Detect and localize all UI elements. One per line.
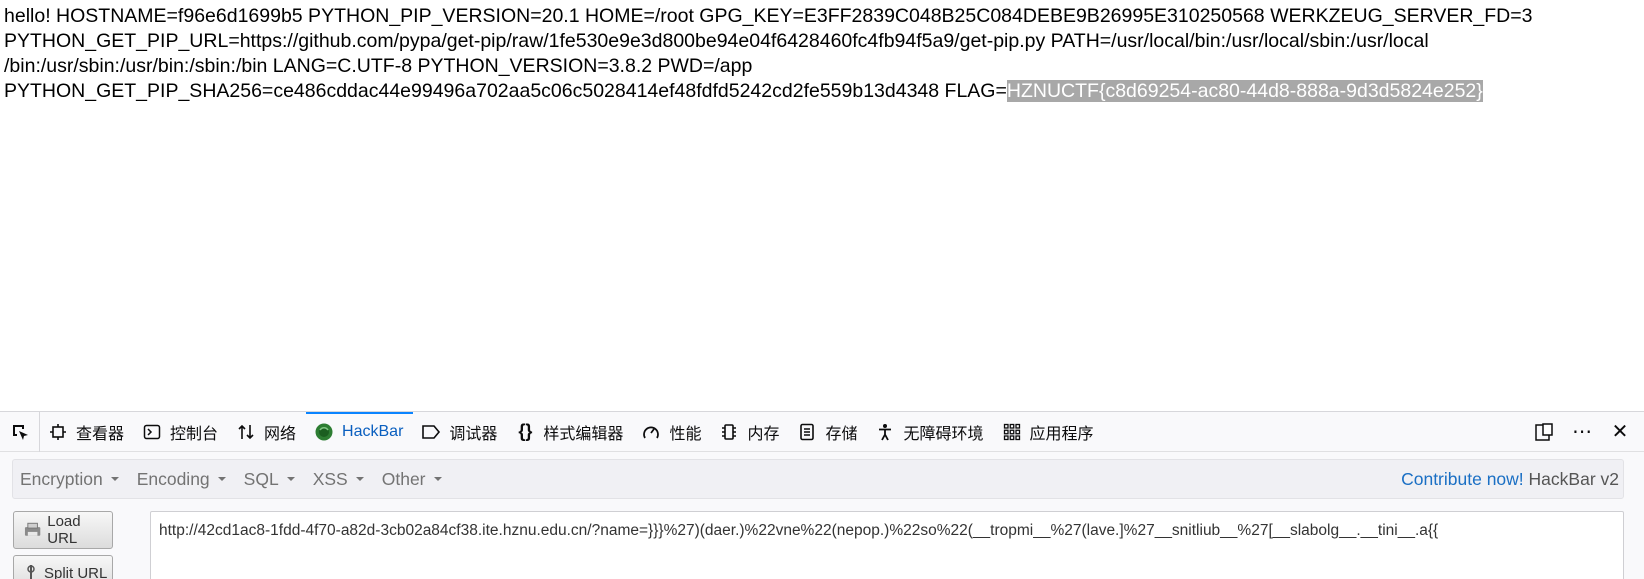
tab-label: 调试器 (449, 425, 498, 443)
tab-style-editor[interactable]: {} 样式编辑器 (507, 412, 633, 452)
contribute-link[interactable]: Contribute now! (1401, 469, 1524, 489)
menu-sql[interactable]: SQL (237, 469, 302, 490)
tab-accessibility[interactable]: 无障碍环境 (867, 412, 993, 452)
caret-down-icon (433, 477, 442, 481)
tab-hackbar[interactable]: HackBar (306, 411, 414, 452)
output-line: PYTHON_GET_PIP_SHA256=ce486cddac44e99496… (4, 79, 1604, 104)
output-line-prefix: PYTHON_GET_PIP_SHA256=ce486cddac44e99496… (4, 80, 1007, 102)
load-url-icon (24, 522, 41, 536)
menu-encryption[interactable]: Encryption (13, 469, 126, 490)
tab-network[interactable]: 网络 (228, 412, 306, 452)
devtools-window-controls: ⋯ ✕ (1532, 420, 1644, 444)
tab-performance[interactable]: 性能 (633, 412, 711, 452)
output-line: hello! HOSTNAME=f96e6d1699b5 PYTHON_PIP_… (4, 5, 1533, 27)
more-options-icon[interactable]: ⋯ (1570, 420, 1594, 444)
hackbar-logo-icon (314, 422, 334, 442)
tab-label: 性能 (669, 425, 702, 443)
load-url-label: Load URL (47, 513, 81, 547)
dock-toggle-icon[interactable] (1532, 420, 1556, 444)
menu-label: SQL (243, 468, 279, 489)
tab-inspector[interactable]: 查看器 (40, 412, 134, 452)
caret-down-icon (217, 477, 226, 481)
grid-apps-icon (1002, 422, 1022, 442)
debugger-icon (421, 422, 441, 442)
menu-encoding[interactable]: Encoding (130, 469, 233, 490)
storage-icon (797, 422, 817, 442)
flag-value-selected[interactable]: HZNUCTF{c8d69254-ac80-44d8-888a-9d3d5824… (1006, 80, 1483, 102)
menu-label: XSS (312, 468, 348, 489)
tab-application[interactable]: 应用程序 (994, 412, 1104, 452)
menu-other[interactable]: Other (375, 469, 449, 490)
tab-label: 应用程序 (1029, 425, 1094, 443)
split-url-label: Split URL (44, 564, 108, 579)
tab-label: 控制台 (170, 425, 219, 443)
caret-down-icon (286, 477, 295, 481)
menu-label: Encryption (20, 468, 103, 489)
braces-icon: {} (518, 421, 533, 441)
menu-label: Encoding (136, 468, 210, 489)
accessibility-person-icon (875, 422, 895, 442)
caret-down-icon (355, 477, 364, 481)
tab-console[interactable]: 控制台 (134, 412, 228, 452)
devtools-panel: 查看器 控制台 网络 HackBar 调试器 {} 样式编辑器 性能 内存 存储… (0, 411, 1644, 579)
close-icon[interactable]: ✕ (1608, 420, 1632, 444)
tab-label: 网络 (264, 425, 297, 443)
page-output: hello! HOSTNAME=f96e6d1699b5 PYTHON_PIP_… (4, 4, 1604, 104)
tab-debugger[interactable]: 调试器 (413, 412, 507, 452)
url-textarea[interactable]: http://42cd1ac8-1fdd-4f70-a82d-3cb02a84c… (150, 511, 1624, 579)
memory-chip-icon (719, 422, 739, 442)
tab-label: 内存 (747, 425, 780, 443)
tab-label: 查看器 (76, 425, 125, 443)
element-picker-button[interactable] (0, 411, 40, 452)
load-url-button[interactable]: Load URL (13, 511, 113, 549)
caret-down-icon (110, 477, 119, 481)
devtools-tabbar: 查看器 控制台 网络 HackBar 调试器 {} 样式编辑器 性能 内存 存储… (0, 411, 1644, 452)
tab-label: 存储 (825, 425, 858, 443)
tab-memory[interactable]: 内存 (711, 412, 789, 452)
tab-storage[interactable]: 存储 (789, 412, 867, 452)
hackbar-menu: Encryption Encoding SQL XSS Other Contri… (12, 459, 1624, 499)
tab-label: 无障碍环境 (903, 425, 984, 443)
network-arrows-icon (236, 422, 256, 442)
console-icon (142, 422, 162, 442)
output-line: PYTHON_GET_PIP_URL=https://github.com/py… (4, 30, 1429, 52)
tab-label: 样式编辑器 (543, 425, 624, 443)
element-picker-icon (12, 424, 28, 440)
split-url-icon (27, 565, 35, 579)
tab-label: HackBar (342, 422, 404, 440)
hackbar-credits: Contribute now! HackBar v2 (1401, 469, 1623, 490)
menu-xss[interactable]: XSS (306, 469, 371, 490)
performance-gauge-icon (641, 422, 661, 442)
split-url-button[interactable]: Split URL (13, 555, 113, 579)
output-line: /bin:/usr/sbin:/usr/bin:/sbin:/bin LANG=… (4, 55, 753, 77)
hackbar-version: HackBar v2 (1528, 468, 1619, 489)
menu-label: Other (381, 468, 426, 489)
inspector-icon (48, 422, 68, 442)
